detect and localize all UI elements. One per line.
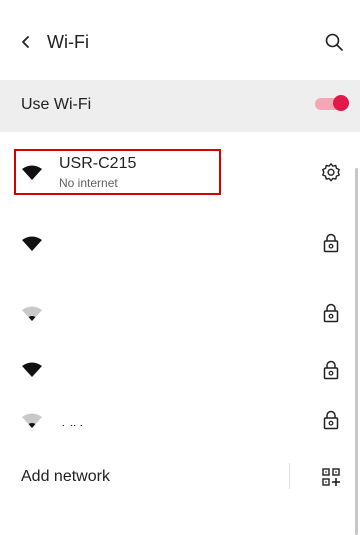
lock-icon bbox=[323, 410, 339, 430]
qr-scan-button[interactable] bbox=[322, 468, 340, 486]
wifi-signal-full-icon bbox=[22, 362, 42, 377]
add-network-button[interactable]: Add network bbox=[21, 468, 110, 486]
use-wifi-label: Use Wi-Fi bbox=[21, 96, 92, 113]
lock-icon bbox=[323, 303, 339, 323]
chevron-left-icon bbox=[22, 36, 29, 48]
qr-code-scan-icon bbox=[322, 468, 340, 486]
wifi-toggle[interactable] bbox=[315, 95, 349, 113]
redaction-block bbox=[43, 215, 248, 425]
app-header: Wi-Fi bbox=[0, 0, 360, 80]
wifi-signal-weak-icon bbox=[22, 413, 42, 428]
wifi-signal-weak-icon bbox=[22, 306, 42, 321]
search-icon bbox=[325, 33, 343, 51]
toggle-thumb bbox=[333, 95, 349, 111]
divider bbox=[289, 463, 290, 489]
network-settings-button[interactable] bbox=[320, 162, 342, 184]
search-button[interactable] bbox=[322, 30, 346, 54]
lock-icon bbox=[323, 233, 339, 253]
gear-icon bbox=[322, 163, 340, 182]
back-button[interactable] bbox=[14, 30, 38, 54]
scrollbar[interactable] bbox=[355, 168, 358, 535]
use-wifi-row[interactable]: Use Wi-Fi bbox=[0, 80, 360, 132]
wifi-signal-full-icon bbox=[22, 236, 42, 251]
highlight-box bbox=[14, 149, 221, 195]
page-title: Wi-Fi bbox=[47, 32, 89, 52]
lock-icon bbox=[323, 360, 339, 380]
